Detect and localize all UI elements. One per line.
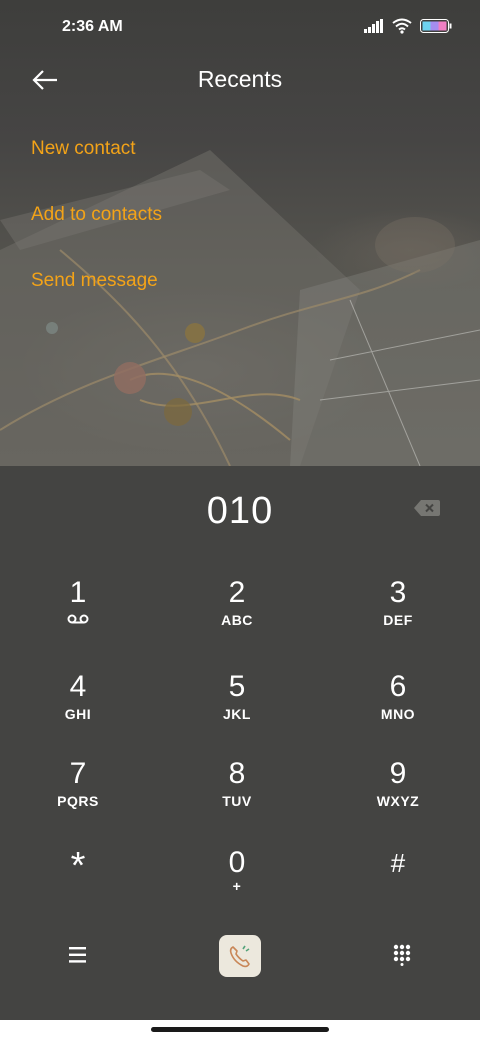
key-digit: 2 bbox=[228, 576, 246, 609]
key-3[interactable]: 3 DEF bbox=[338, 576, 458, 656]
key-6[interactable]: 6 MNO bbox=[338, 670, 458, 750]
key-digit: 0 bbox=[228, 846, 246, 879]
key-letters: PQRS bbox=[57, 793, 99, 809]
key-5[interactable]: 5 JKL bbox=[177, 670, 297, 750]
key-digit: 4 bbox=[69, 670, 87, 703]
key-digit: 1 bbox=[69, 576, 87, 609]
key-digit: * bbox=[70, 845, 86, 887]
status-bar: 2:36 AM bbox=[0, 0, 480, 56]
key-letters: DEF bbox=[383, 612, 413, 628]
key-letters: GHI bbox=[64, 706, 92, 722]
key-digit: 5 bbox=[228, 670, 246, 703]
key-star[interactable]: * bbox=[18, 846, 138, 926]
key-digit: 7 bbox=[69, 757, 87, 790]
wifi-icon bbox=[392, 18, 412, 34]
key-letters: + bbox=[232, 878, 242, 894]
key-9[interactable]: 9 WXYZ bbox=[338, 757, 458, 837]
key-4[interactable]: 4 GHI bbox=[18, 670, 138, 750]
dialpad-icon[interactable] bbox=[393, 944, 411, 966]
key-letters: TUV bbox=[222, 793, 252, 809]
add-to-contacts-option[interactable]: Add to contacts bbox=[31, 204, 162, 226]
battery-icon bbox=[420, 19, 452, 33]
key-letters: MNO bbox=[380, 706, 416, 722]
key-letters: ABC bbox=[221, 612, 253, 628]
signal-icon bbox=[364, 19, 383, 33]
page-title: Recents bbox=[197, 66, 283, 92]
key-1[interactable]: 1 bbox=[18, 576, 138, 656]
key-hash[interactable]: # bbox=[338, 846, 458, 926]
voicemail-icon bbox=[67, 614, 89, 624]
key-letters: JKL bbox=[223, 706, 251, 722]
key-letters: WXYZ bbox=[376, 793, 420, 809]
gesture-navigation-bar bbox=[0, 1020, 480, 1040]
call-button[interactable] bbox=[219, 935, 261, 977]
status-time: 2:36 AM bbox=[62, 18, 123, 35]
dialer-panel: 010 1 2 ABC 3 DEF 4 GHI 5 JKL 6 MNO 7 PQ… bbox=[0, 466, 480, 1020]
new-contact-option[interactable]: New contact bbox=[31, 138, 136, 160]
header: Recents bbox=[0, 56, 480, 106]
key-digit: # bbox=[390, 848, 406, 878]
backspace-icon[interactable] bbox=[414, 500, 440, 516]
key-2[interactable]: 2 ABC bbox=[177, 576, 297, 656]
key-8[interactable]: 8 TUV bbox=[177, 757, 297, 837]
key-digit: 3 bbox=[389, 576, 407, 609]
dialed-number: 010 bbox=[206, 490, 274, 532]
status-icons bbox=[364, 18, 452, 34]
key-7[interactable]: 7 PQRS bbox=[18, 757, 138, 837]
phone-call-icon bbox=[229, 945, 250, 968]
key-digit: 6 bbox=[389, 670, 407, 703]
send-message-option[interactable]: Send message bbox=[31, 270, 158, 292]
home-handle[interactable] bbox=[151, 1027, 329, 1032]
key-0[interactable]: 0 + bbox=[177, 846, 297, 926]
key-digit: 9 bbox=[389, 757, 407, 790]
key-digit: 8 bbox=[228, 757, 246, 790]
hamburger-menu-icon[interactable] bbox=[68, 946, 88, 964]
